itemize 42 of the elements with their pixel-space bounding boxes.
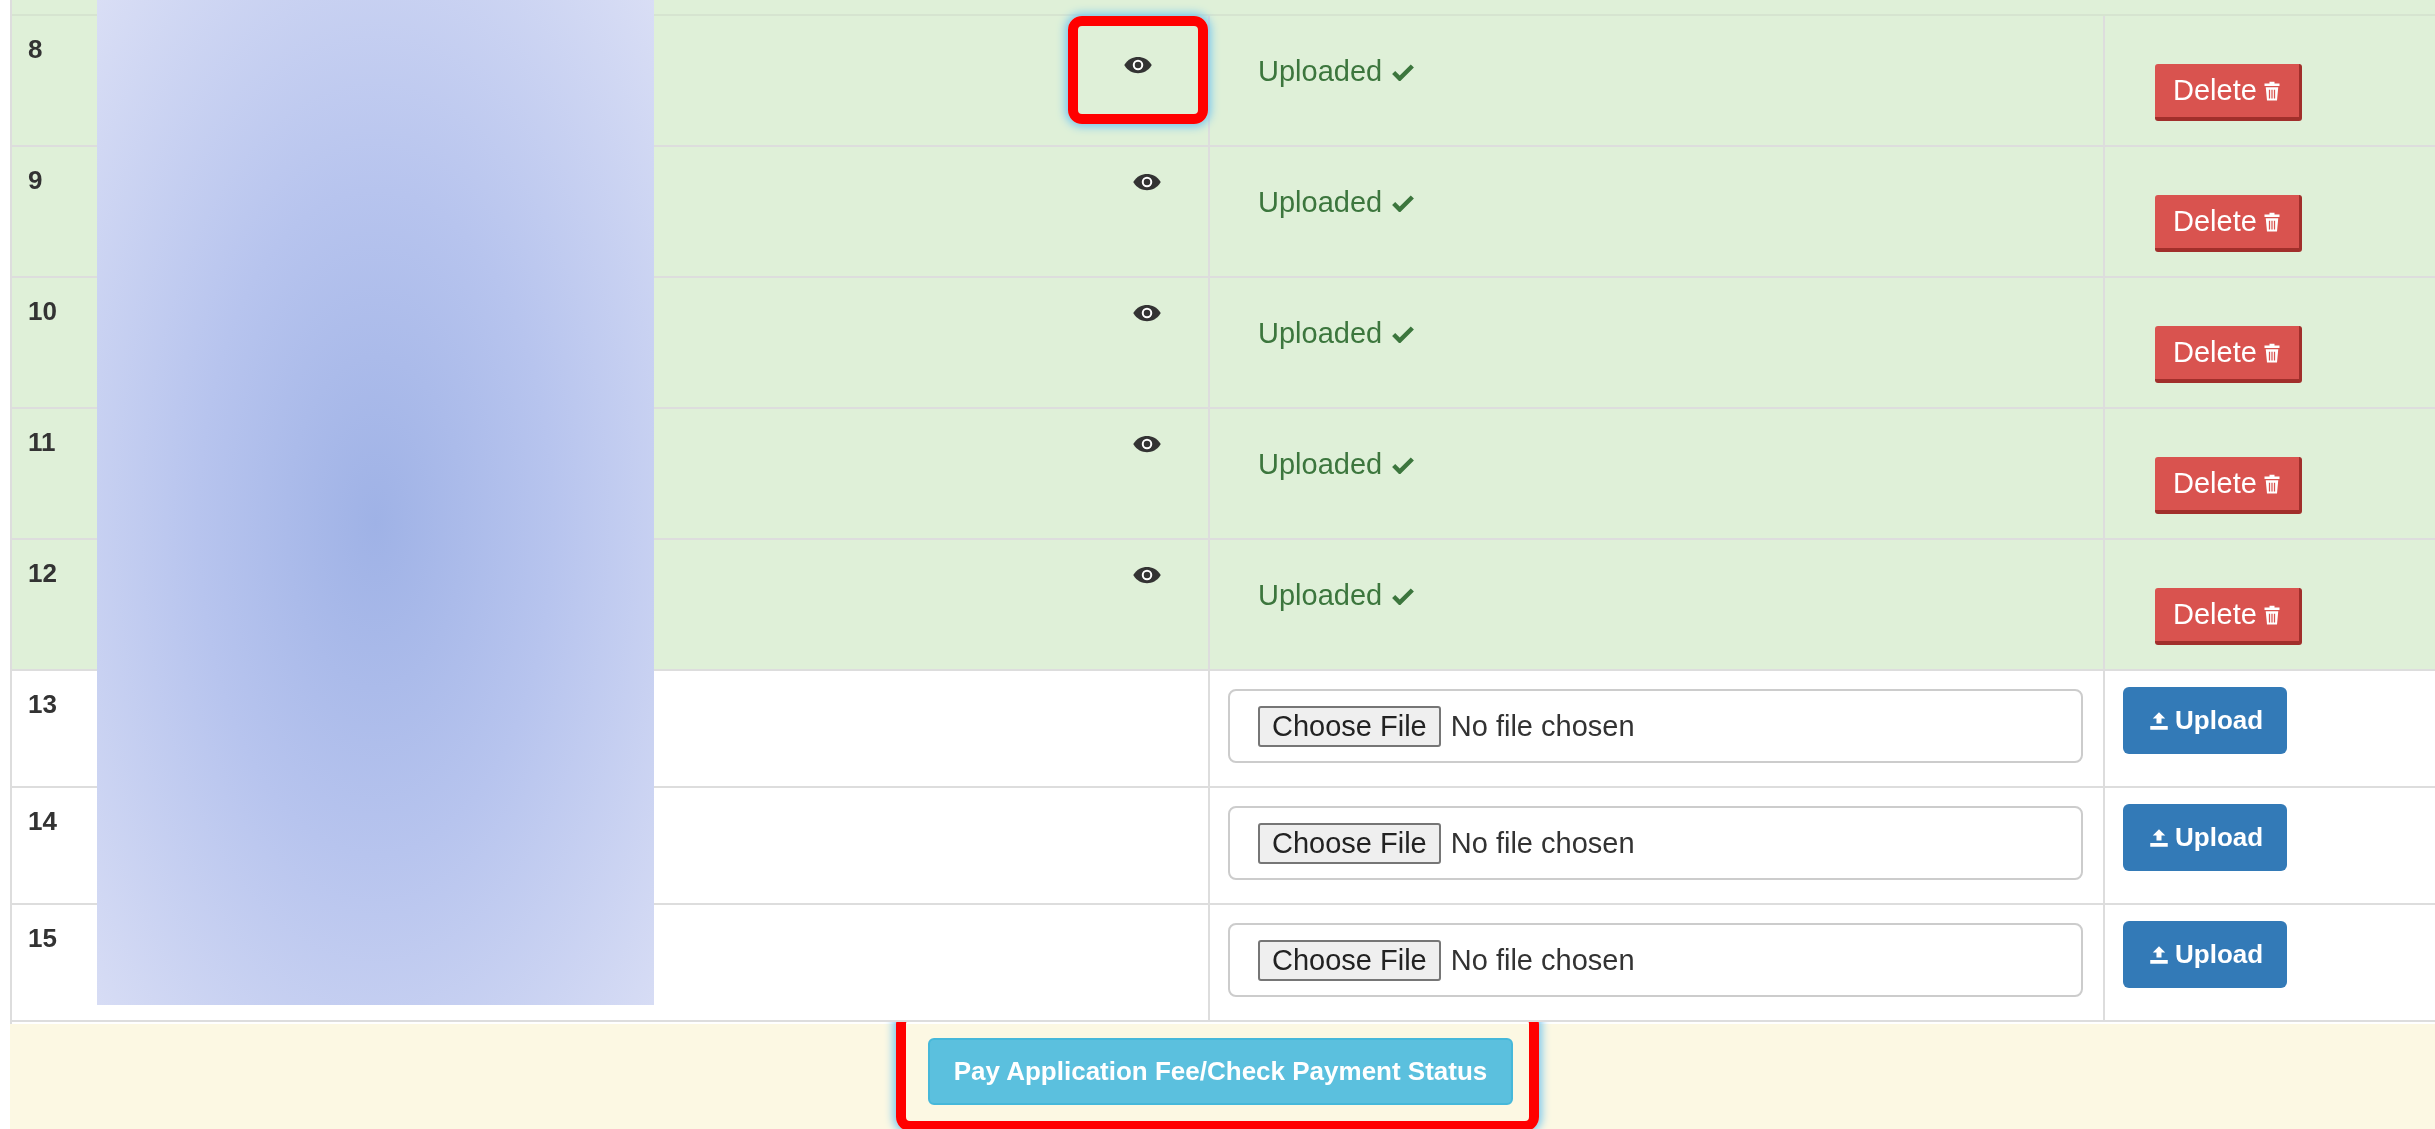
row-number: 12 [28, 558, 57, 588]
trash-icon [2262, 473, 2281, 494]
trash-icon [2262, 80, 2281, 101]
delete-button[interactable]: Delete [2155, 588, 2302, 645]
upload-icon [2149, 944, 2169, 965]
eye-icon[interactable] [1132, 173, 1162, 191]
checkmark-icon [1392, 193, 1415, 212]
upload-button[interactable]: Upload [2123, 804, 2288, 871]
trash-icon [2262, 211, 2281, 232]
delete-button[interactable]: Delete [2155, 457, 2302, 514]
upload-icon [2149, 827, 2169, 848]
row-number: 11 [28, 427, 56, 457]
status-text: Uploaded [1258, 579, 1383, 612]
status-text: Uploaded [1258, 317, 1383, 350]
status-text: Uploaded [1258, 448, 1383, 481]
checkmark-icon [1392, 62, 1415, 81]
row-number: 15 [28, 923, 57, 953]
row-number: 8 [28, 34, 43, 64]
row-number: 9 [28, 165, 43, 195]
row-number: 13 [28, 689, 57, 719]
upload-button[interactable]: Upload [2123, 687, 2288, 754]
row-number: 14 [28, 806, 57, 836]
file-input-field[interactable]: Choose File No file chosen [1228, 689, 2083, 763]
checkmark-icon [1392, 324, 1415, 343]
eye-icon[interactable] [1132, 435, 1162, 453]
trash-icon [2262, 342, 2281, 363]
checkmark-icon [1392, 586, 1415, 605]
file-input-field[interactable]: Choose File No file chosen [1228, 806, 2083, 880]
status-text: Uploaded [1258, 55, 1383, 88]
delete-button[interactable]: Delete [2155, 64, 2302, 121]
eye-icon[interactable] [1123, 56, 1153, 74]
eye-icon[interactable] [1132, 304, 1162, 322]
delete-button[interactable]: Delete [2155, 195, 2302, 252]
status-text: Uploaded [1258, 186, 1383, 219]
trash-icon [2262, 604, 2281, 625]
delete-button[interactable]: Delete [2155, 326, 2302, 383]
checkmark-icon [1392, 455, 1415, 474]
upload-icon [2149, 710, 2169, 731]
file-input-field[interactable]: Choose File No file chosen [1228, 923, 2083, 997]
upload-button[interactable]: Upload [2123, 921, 2288, 988]
eye-icon[interactable] [1132, 566, 1162, 584]
row-number: 10 [28, 296, 57, 326]
